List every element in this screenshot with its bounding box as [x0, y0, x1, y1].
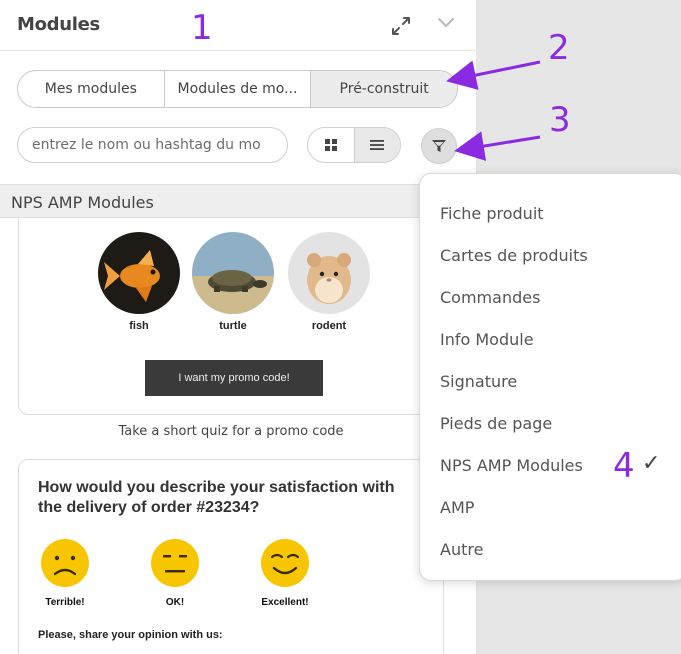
arrow-2 — [446, 60, 541, 90]
menu-item-pieds-de-page[interactable]: Pieds de page — [440, 414, 552, 433]
menu-item-cartes-de-produits[interactable]: Cartes de produits — [440, 246, 588, 265]
arrow-3 — [454, 131, 541, 161]
menu-item-commandes[interactable]: Commandes — [440, 288, 540, 307]
annotation-4: 4 — [613, 446, 635, 486]
menu-item-fiche-produit[interactable]: Fiche produit — [440, 204, 544, 223]
menu-item-info-module[interactable]: Info Module — [440, 330, 534, 349]
checkmark-icon: ✓ — [642, 450, 661, 475]
menu-item-signature[interactable]: Signature — [440, 372, 517, 391]
menu-item-autre[interactable]: Autre — [440, 540, 483, 559]
category-dropdown: Fiche produit Cartes de produits Command… — [419, 173, 681, 581]
menu-item-nps-amp-modules[interactable]: NPS AMP Modules — [440, 456, 583, 475]
menu-item-amp[interactable]: AMP — [440, 498, 474, 517]
